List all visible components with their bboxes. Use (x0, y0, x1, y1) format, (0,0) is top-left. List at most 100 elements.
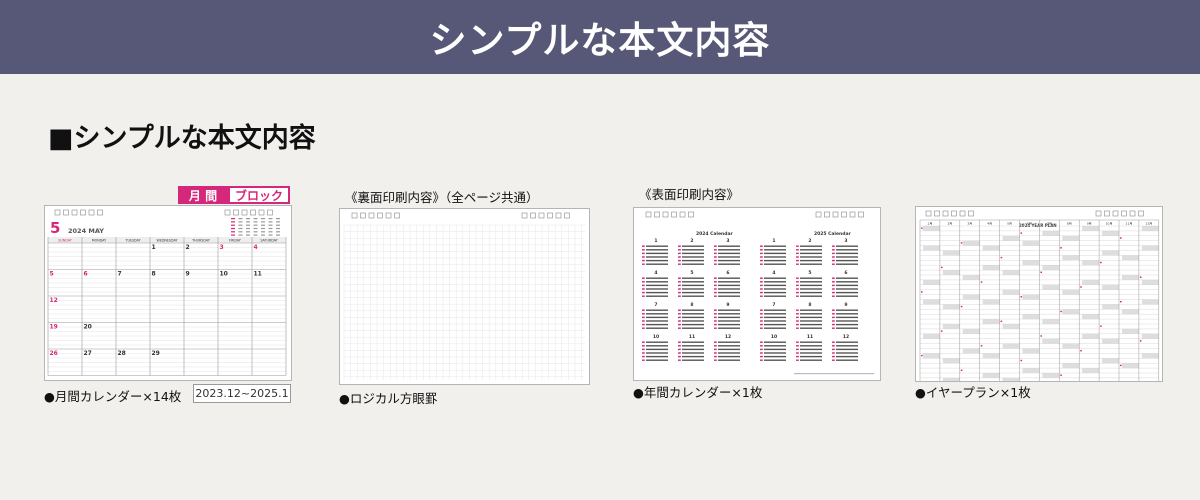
sunday-dates (678, 295, 681, 297)
weekend-band (1141, 299, 1159, 305)
week-dates (836, 263, 858, 265)
sunday-dates (678, 359, 681, 361)
day-number: 26 (50, 350, 58, 357)
checkbox-icon (1104, 210, 1110, 217)
checkbox-icon (377, 212, 383, 219)
week-dates (836, 277, 858, 279)
yearplan-thumbnail: 2024 YEAR PLAN 1月 2月 3月 4月 5月 6月 7月 8月 9月 10月 11月 1… (915, 206, 1163, 382)
week-dates (836, 327, 858, 329)
sunday-dates (642, 359, 645, 361)
weekend-band (1002, 324, 1020, 329)
weekday-label: FRIDAY (229, 238, 242, 242)
week-dates (800, 252, 822, 255)
mini-calendar-day (268, 234, 273, 236)
week-dates (682, 256, 704, 258)
week-dates (800, 259, 822, 262)
sunday-dates (760, 284, 763, 287)
sunday-dates (678, 249, 681, 251)
week-dates (800, 288, 822, 290)
checkbox-icon (564, 212, 570, 219)
sunday-dates (642, 284, 645, 287)
sunday-dates (832, 281, 835, 283)
week-dates (764, 309, 786, 311)
month-label: 12 (725, 334, 731, 340)
checkbox-icon (959, 210, 966, 217)
checkbox-icon (241, 209, 248, 216)
sunday-dates (642, 277, 645, 279)
week-dates (800, 313, 822, 315)
week-dates (764, 252, 786, 255)
week-dates (646, 359, 668, 361)
week-dates (646, 245, 668, 247)
week-dates (718, 281, 740, 283)
sunday-dates (832, 345, 835, 347)
weekend-band (1002, 270, 1020, 275)
weekend-band (923, 245, 940, 251)
checkbox-icon (233, 209, 239, 216)
weekend-band (1122, 328, 1139, 334)
holiday-mark (1120, 364, 1122, 367)
sunday-dates (832, 288, 835, 290)
sunday-dates (796, 352, 799, 354)
sunday-dates (642, 316, 645, 319)
sunday-dates (642, 348, 645, 351)
monthly-type-tags: 月 間 ブロック (178, 186, 290, 204)
sunday-dates (678, 323, 681, 326)
week-dates (718, 284, 740, 287)
week-dates (718, 263, 740, 265)
week-dates (718, 320, 740, 322)
week-dates (682, 295, 704, 297)
sunday-dates (678, 341, 681, 343)
weekend-band (1141, 245, 1159, 251)
week-dates (646, 320, 668, 322)
week-dates (764, 348, 786, 351)
sunday-dates (678, 352, 681, 354)
week-dates (646, 263, 668, 265)
sunday-dates (642, 249, 645, 251)
yearplan-month-label: 5月 (1007, 221, 1012, 225)
mini-calendar-day (261, 224, 265, 226)
sunday-dates (714, 320, 717, 322)
sunday-dates (760, 359, 763, 361)
mini-calendar-day (261, 234, 265, 236)
holiday-mark (1100, 261, 1102, 264)
weekend-band (982, 353, 1000, 359)
sunday-dates (714, 256, 717, 258)
sunday-dates (678, 309, 681, 311)
grid-caption: ●ロジカル方眼罫 (339, 391, 438, 406)
weekend-band (1122, 309, 1139, 315)
week-dates (764, 249, 786, 251)
week-dates (682, 249, 704, 251)
checkbox-icon (951, 210, 957, 217)
mini-calendar-day (246, 231, 250, 233)
holiday-mark (1120, 301, 1122, 303)
sunday-dates (760, 245, 763, 247)
monthly-date-range: 2023.12~2025.1 (193, 384, 291, 403)
week-dates (764, 323, 786, 326)
week-dates (764, 355, 786, 358)
week-dates (836, 355, 858, 358)
sunday-dates (832, 284, 835, 287)
sunday-dates (832, 252, 835, 255)
month-label: 6 (726, 270, 729, 276)
week-dates (718, 348, 740, 351)
week-dates (682, 323, 704, 326)
checkbox-icon (841, 211, 847, 218)
weekend-band (1002, 289, 1020, 295)
yearplan-month-label: 11月 (1126, 221, 1133, 225)
sunday-dates (796, 316, 799, 319)
week-dates (764, 291, 786, 294)
mini-calendar-day (261, 227, 265, 230)
week-dates (646, 284, 668, 287)
day-number: 1 (152, 244, 156, 251)
holiday-mark (921, 291, 923, 293)
week-dates (764, 259, 786, 262)
logical-grid-page (343, 212, 585, 380)
week-dates (764, 316, 786, 319)
yearplan-month-label: 6月 (1027, 221, 1032, 225)
yearplan-month-label: 4月 (987, 221, 992, 225)
mini-calendar-day (276, 221, 280, 223)
month-label: 8 (690, 302, 693, 308)
checkbox-icon (71, 209, 78, 216)
mini-calendar-day (238, 221, 243, 223)
